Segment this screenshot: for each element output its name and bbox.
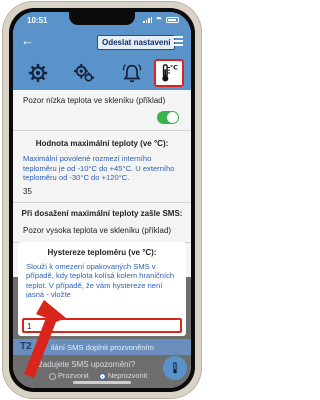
tab-gear[interactable]	[23, 59, 53, 87]
max-temp-title: Hodnota maximální teploty (ve °C):	[35, 139, 169, 148]
low-sms-example: Pozor nízka teplota ve skleníku (příklad…	[23, 96, 166, 105]
dialog-hint: Slouží k omezení opakovaných SMS v přípa…	[26, 262, 175, 298]
tab-bar: °C	[13, 56, 191, 90]
status-time: 10:51	[27, 16, 48, 25]
wifi-icon	[155, 17, 163, 23]
low-temp-toggle[interactable]	[157, 111, 179, 124]
thermometer-unit: °C	[170, 63, 178, 71]
status-bar: 10:51	[13, 12, 191, 30]
gear-icon	[28, 63, 48, 83]
gears-icon	[73, 63, 95, 82]
bell-icon	[122, 64, 142, 83]
send-settings-button[interactable]: Odeslat nastavení	[97, 35, 176, 50]
option-neprozvonit[interactable]: Neprozvonit	[98, 371, 148, 380]
tab-bell[interactable]	[117, 59, 147, 87]
battery-icon	[166, 17, 179, 23]
signal-icon	[143, 17, 152, 23]
option-label: Neprozvonit	[107, 371, 148, 380]
dialog-title: Hystereze teploměru (ve °C):	[47, 248, 157, 257]
divider	[13, 202, 191, 203]
status-icons	[143, 17, 179, 23]
tab-thermometer[interactable]: °C	[154, 59, 184, 87]
max-temp-value[interactable]: 35	[13, 187, 191, 196]
max-sms-example[interactable]: Pozor vysoka teplota ve skleníku (příkla…	[13, 226, 191, 235]
thermometer-icon: °C	[162, 63, 178, 82]
max-temp-hint: Maximální povolené rozmezí interního tep…	[23, 154, 175, 183]
divider	[13, 130, 191, 131]
max-sms-title: Při dosažení maximální teploty zašle SMS…	[21, 209, 183, 218]
camera-notch	[69, 12, 135, 25]
menu-list-icon[interactable]	[173, 36, 183, 46]
prozvoneni-text: ilání SMS doplnit prozvoněním	[51, 343, 154, 352]
tab-gears[interactable]	[69, 59, 99, 87]
radio-selected-icon	[98, 372, 106, 380]
thermometer-icon	[173, 362, 177, 374]
back-arrow-icon[interactable]: ←	[21, 34, 34, 47]
thermometer-fab[interactable]	[163, 356, 187, 380]
app-header: ← Odeslat nastavení	[13, 30, 191, 56]
pointer-arrow-icon	[24, 300, 66, 378]
home-indicator	[73, 381, 131, 384]
